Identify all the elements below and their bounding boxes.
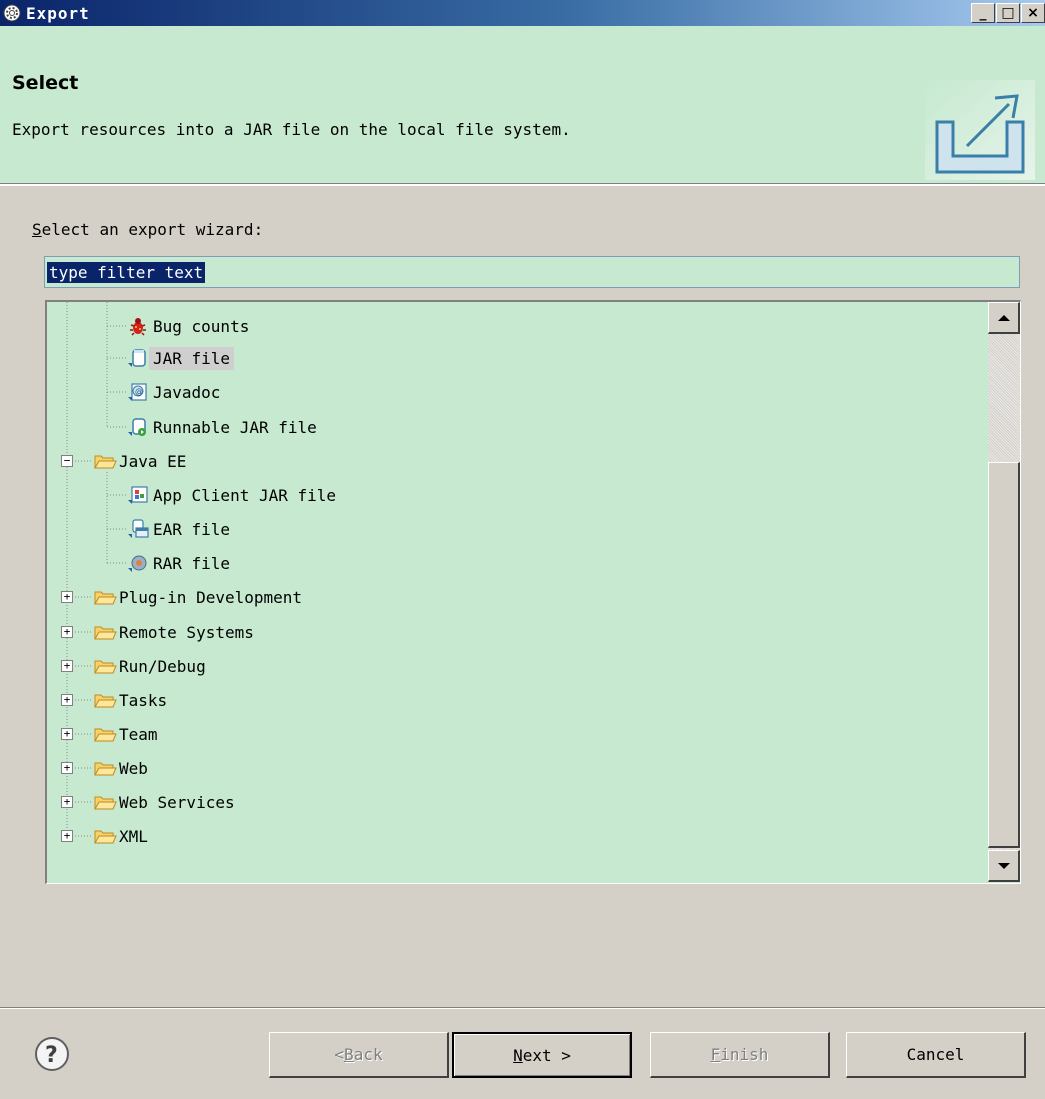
tree-folder-web[interactable]: Web — [93, 755, 152, 781]
expand-toggle-plugin-development[interactable]: + — [61, 591, 73, 603]
folder-open-icon — [93, 450, 117, 472]
expand-toggle-team[interactable]: + — [61, 728, 73, 740]
tree-scrollbar[interactable] — [988, 302, 1020, 882]
tree-item-label: Web — [119, 758, 148, 778]
runnable-jar-icon — [127, 416, 149, 438]
scroll-thumb[interactable] — [988, 462, 1020, 848]
button-bar-separator — [0, 1007, 1045, 1009]
minimize-button[interactable]: _ — [971, 3, 995, 23]
tree-folder-web-services[interactable]: Web Services — [93, 789, 239, 815]
page-description: Export resources into a JAR file on the … — [12, 120, 571, 139]
folder-icon — [93, 791, 117, 813]
expand-toggle-remote-systems[interactable]: + — [61, 626, 73, 638]
rar-icon — [127, 552, 149, 574]
tree-item-label: Javadoc — [153, 382, 221, 402]
next-button[interactable]: Next > — [452, 1032, 632, 1078]
tree-item-label: Tasks — [119, 690, 168, 710]
tree-item-label: Plug-in Development — [119, 587, 303, 607]
back-button[interactable]: < Back — [269, 1032, 449, 1078]
folder-icon — [93, 757, 117, 779]
expand-toggle-web-services[interactable]: + — [61, 796, 73, 808]
tree-item-label: Run/Debug — [119, 656, 206, 676]
tree-item-label: EAR file — [153, 519, 231, 539]
select-wizard-label: Select an export wizard: — [32, 220, 264, 239]
finish-button[interactable]: Finish — [650, 1032, 830, 1078]
tree-folder-run-debug[interactable]: Run/Debug — [93, 653, 210, 679]
tree-item-label: JAR file — [149, 346, 235, 370]
collapse-toggle-java-ee[interactable]: − — [61, 455, 73, 467]
tree-item-label: XML — [119, 826, 148, 846]
help-button[interactable]: ? — [34, 1036, 70, 1072]
jar-icon — [127, 347, 149, 369]
svg-text:@: @ — [135, 387, 143, 396]
wizard-header: Select Export resources into a JAR file … — [0, 26, 1045, 184]
tree-folder-tasks[interactable]: Tasks — [93, 687, 171, 713]
window-title: Export — [26, 3, 90, 23]
ear-icon — [127, 518, 149, 540]
tree-item-label: Java EE — [119, 451, 187, 471]
tree-item-app-client-jar[interactable]: App Client JAR file — [127, 482, 340, 508]
help-icon: ? — [35, 1037, 69, 1071]
page-title: Select — [12, 72, 79, 94]
header-separator — [0, 184, 1045, 186]
title-bar[interactable]: Export _ □ × — [0, 0, 1045, 26]
export-banner-icon — [925, 80, 1035, 180]
expand-toggle-web[interactable]: + — [61, 762, 73, 774]
folder-icon — [93, 621, 117, 643]
expand-toggle-tasks[interactable]: + — [61, 694, 73, 706]
tree-item-label: RAR file — [153, 553, 231, 573]
tree-item-label: Runnable JAR file — [153, 417, 317, 437]
tree-item-label: Remote Systems — [119, 622, 254, 642]
tree-item-label: Bug counts — [153, 316, 250, 336]
svg-text:?: ? — [45, 1043, 58, 1068]
expand-toggle-xml[interactable]: + — [61, 830, 73, 842]
folder-icon — [93, 723, 117, 745]
app-client-icon — [127, 484, 149, 506]
arrow-down-icon — [997, 862, 1010, 869]
tree-folder-remote-systems[interactable]: Remote Systems — [93, 619, 258, 645]
folder-icon — [93, 689, 117, 711]
arrow-up-icon — [997, 314, 1010, 321]
tree-folder-java-ee[interactable]: Java EE — [93, 448, 190, 474]
eclipse-gear-icon — [2, 3, 22, 23]
tree-item-jar-file[interactable]: JAR file — [127, 345, 235, 371]
tree-folder-plugin-development[interactable]: Plug-in Development — [93, 584, 306, 610]
tree-item-ear-file[interactable]: EAR file — [127, 516, 234, 542]
tree-item-label: Web Services — [119, 792, 235, 812]
scroll-down-button[interactable] — [988, 850, 1020, 882]
filter-input[interactable]: type filter text — [44, 256, 1020, 288]
tree-item-rar-file[interactable]: RAR file — [127, 550, 234, 576]
tree-item-runnable-jar[interactable]: Runnable JAR file — [127, 414, 321, 440]
folder-icon — [93, 586, 117, 608]
bug-icon — [127, 315, 149, 337]
close-button[interactable]: × — [1021, 3, 1045, 23]
javadoc-icon: @ — [127, 381, 149, 403]
filter-text: type filter text — [47, 261, 206, 283]
tree-item-label: App Client JAR file — [153, 485, 337, 505]
expand-toggle-run-debug[interactable]: + — [61, 660, 73, 672]
tree-item-javadoc[interactable]: @ Javadoc — [127, 379, 224, 405]
tree-folder-xml[interactable]: XML — [93, 823, 152, 849]
scroll-up-button[interactable] — [988, 302, 1020, 334]
cancel-button[interactable]: Cancel — [846, 1032, 1026, 1078]
folder-icon — [93, 655, 117, 677]
wizard-tree[interactable]: Bug counts JAR file @ Javadoc Runnable J… — [45, 300, 1021, 884]
maximize-button[interactable]: □ — [996, 3, 1020, 23]
tree-item-label: Team — [119, 724, 158, 744]
tree-folder-team[interactable]: Team — [93, 721, 162, 747]
tree-item-bug-counts[interactable]: Bug counts — [127, 313, 253, 339]
folder-icon — [93, 825, 117, 847]
